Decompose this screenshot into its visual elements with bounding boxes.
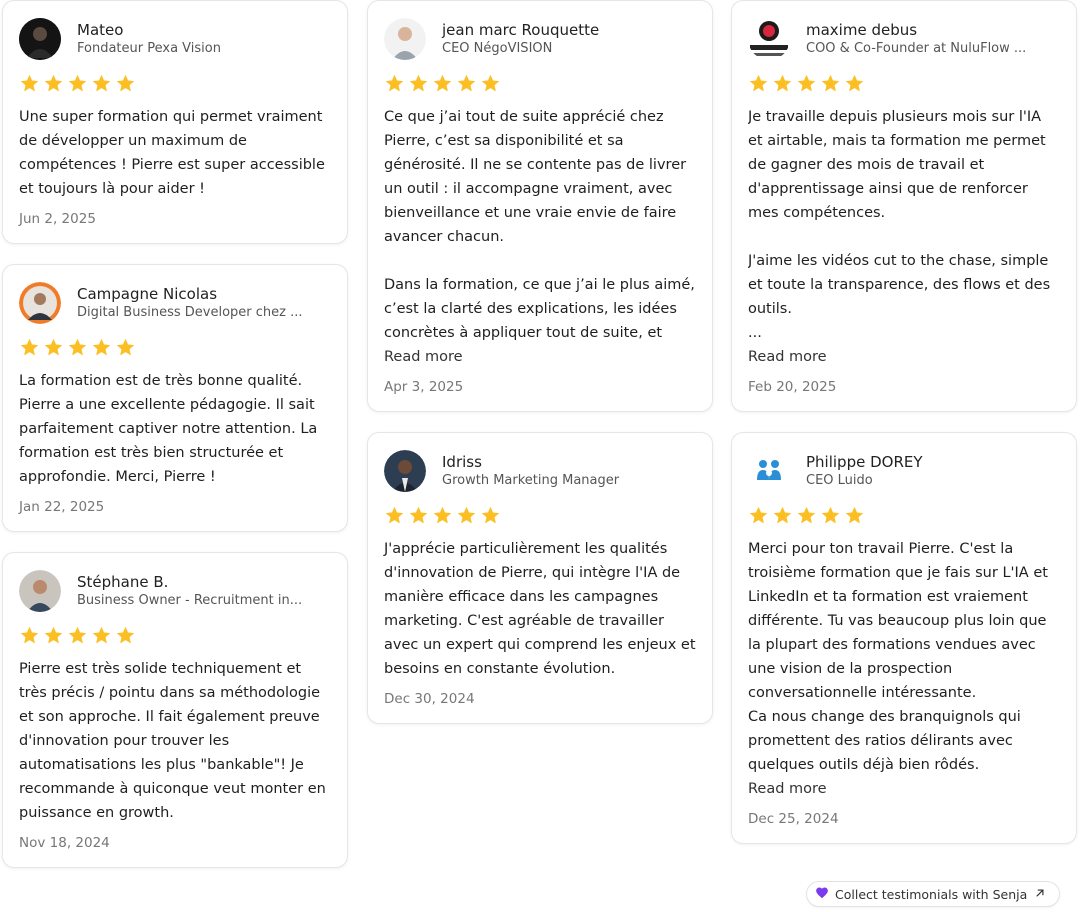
senja-badge-button[interactable]: Collect testimonials with Senja: [806, 881, 1061, 907]
star-icon: [481, 506, 500, 524]
badge-label: Collect testimonials with Senja: [835, 886, 1028, 902]
reviewer-title: COO & Co-Founder at NuluFlow ...: [806, 41, 1027, 56]
testimonial-card: jean marc Rouquette CEO NégoVISION Ce qu…: [367, 0, 713, 412]
review-text: Pierre est très solide techniquement et …: [19, 661, 326, 821]
star-icon: [821, 74, 840, 92]
review-date: Apr 3, 2025: [384, 379, 464, 395]
reviewer-title: Growth Marketing Manager: [442, 473, 620, 488]
star-icon: [44, 74, 63, 92]
star-icon: [92, 74, 111, 92]
testimonial-column-1: Mateo Fondateur Pexa Vision Une super fo…: [2, 0, 348, 888]
reviewer-title: CEO NégoVISION: [442, 41, 553, 56]
review-text: Ce que j’ai tout de suite apprécié chez …: [384, 109, 695, 341]
testimonial-card: Idriss Growth Marketing Manager J'appréc…: [367, 432, 713, 724]
star-icon: [44, 338, 63, 356]
star-icon: [116, 626, 135, 644]
star-icon: [20, 338, 39, 356]
review-date: Jun 2, 2025: [19, 211, 96, 227]
star-icon: [845, 74, 864, 92]
star-icon: [433, 506, 452, 524]
review-text: Je travaille depuis plusieurs mois sur l…: [748, 109, 1051, 341]
rating-stars: [384, 505, 696, 527]
read-more-link[interactable]: Read more: [748, 777, 1060, 801]
star-icon: [821, 506, 840, 524]
star-icon: [797, 74, 816, 92]
reviewer-name: Idriss: [442, 453, 482, 471]
avatar: [748, 18, 790, 60]
star-icon: [409, 74, 428, 92]
review-date: Dec 30, 2024: [384, 691, 475, 707]
avatar: [384, 450, 426, 492]
star-icon: [749, 506, 768, 524]
rating-stars: [19, 73, 331, 95]
rating-stars: [384, 73, 696, 95]
avatar: [748, 450, 790, 492]
reviewer-title: Fondateur Pexa Vision: [77, 41, 221, 56]
heart-icon: [815, 886, 829, 903]
star-icon: [433, 74, 452, 92]
review-date: Jan 22, 2025: [19, 499, 105, 515]
reviewer-name: Stéphane B.: [77, 573, 169, 591]
review-date: Feb 20, 2025: [748, 379, 837, 395]
rating-stars: [748, 505, 1060, 527]
testimonial-card: Mateo Fondateur Pexa Vision Une super fo…: [2, 0, 348, 244]
star-icon: [385, 74, 404, 92]
star-icon: [44, 626, 63, 644]
reviewer-title: CEO Luido: [806, 473, 873, 488]
testimonial-column-2: jean marc Rouquette CEO NégoVISION Ce qu…: [367, 0, 713, 744]
star-icon: [481, 74, 500, 92]
star-icon: [68, 626, 87, 644]
review-text: La formation est de très bonne qualité. …: [19, 373, 318, 485]
reviewer-name: Philippe DOREY: [806, 453, 923, 471]
review-date: Nov 18, 2024: [19, 835, 110, 851]
star-icon: [68, 338, 87, 356]
read-more-link[interactable]: Read more: [384, 345, 696, 369]
reviewer-name: maxime debus: [806, 21, 918, 39]
testimonial-card: Campagne Nicolas Digital Business Develo…: [2, 264, 348, 532]
review-text: Merci pour ton travail Pierre. C'est la …: [748, 541, 1048, 773]
star-icon: [457, 506, 476, 524]
reviewer-name: jean marc Rouquette: [442, 21, 600, 39]
star-icon: [749, 74, 768, 92]
avatar: [19, 282, 61, 324]
rating-stars: [19, 337, 331, 359]
review-text: Une super formation qui permet vraiment …: [19, 109, 325, 197]
star-icon: [457, 74, 476, 92]
testimonial-column-3: maxime debus COO & Co-Founder at NuluFlo…: [731, 0, 1077, 864]
testimonial-card: maxime debus COO & Co-Founder at NuluFlo…: [731, 0, 1077, 412]
avatar: [19, 570, 61, 612]
avatar: [384, 18, 426, 60]
rating-stars: [19, 625, 331, 647]
star-icon: [773, 506, 792, 524]
star-icon: [116, 74, 135, 92]
star-icon: [773, 74, 792, 92]
reviewer-title: Business Owner - Recruitment in...: [77, 593, 303, 608]
review-date: Dec 25, 2024: [748, 811, 839, 827]
avatar: [19, 18, 61, 60]
external-arrow-icon: [1033, 886, 1047, 903]
review-text: J'apprécie particulièrement les qualités…: [384, 541, 696, 677]
star-icon: [116, 338, 135, 356]
star-icon: [68, 74, 87, 92]
star-icon: [797, 506, 816, 524]
star-icon: [20, 74, 39, 92]
testimonial-card: Philippe DOREY CEO Luido Merci pour ton …: [731, 432, 1077, 844]
star-icon: [409, 506, 428, 524]
reviewer-title: Digital Business Developer chez ...: [77, 305, 303, 320]
star-icon: [92, 338, 111, 356]
star-icon: [20, 626, 39, 644]
read-more-link[interactable]: Read more: [748, 345, 1060, 369]
testimonial-card: Stéphane B. Business Owner - Recruitment…: [2, 552, 348, 868]
star-icon: [92, 626, 111, 644]
reviewer-name: Campagne Nicolas: [77, 285, 218, 303]
reviewer-name: Mateo: [77, 21, 124, 39]
rating-stars: [748, 73, 1060, 95]
star-icon: [385, 506, 404, 524]
star-icon: [845, 506, 864, 524]
